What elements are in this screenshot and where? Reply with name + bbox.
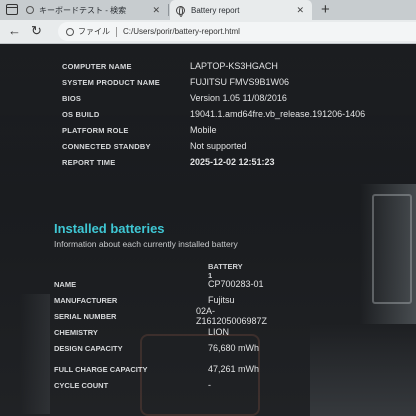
battery-value: LION [208, 327, 230, 337]
battery-label: SERIAL NUMBER [54, 311, 117, 321]
info-icon [66, 27, 74, 36]
close-icon[interactable]: ✕ [296, 5, 304, 16]
new-tab-button[interactable]: + [321, 1, 330, 19]
url-text: C:/Users/porir/battery-report.html [123, 27, 240, 36]
tab-divider [168, 4, 169, 16]
system-info-row: COMPUTER NAME LAPTOP-KS3HGACH [62, 58, 365, 74]
battery-row: NAME CP700283-01 [54, 276, 279, 292]
installed-batteries-heading: Installed batteries [54, 221, 165, 236]
tab-label: Battery report [191, 5, 240, 15]
battery-value: - [208, 380, 211, 390]
battery-label: CHEMISTRY [54, 327, 98, 337]
system-info-value: Version 1.05 11/08/2016 [190, 93, 287, 103]
screen-reflection [310, 324, 416, 416]
system-info-label: COMPUTER NAME [62, 61, 132, 71]
report-page: COMPUTER NAME LAPTOP-KS3HGACH SYSTEM PRO… [0, 44, 416, 416]
system-info-row: REPORT TIME 2025-12-02 12:51:23 [62, 154, 365, 170]
system-info-row: OS BUILD 19041.1.amd64fre.vb_release.191… [62, 106, 365, 122]
globe-icon [176, 5, 185, 17]
system-info-label: REPORT TIME [62, 157, 116, 167]
system-info-row: CONNECTED STANDBY Not supported [62, 138, 365, 154]
reload-button[interactable]: ↻ [31, 23, 42, 39]
battery-value: Fujitsu [208, 295, 235, 305]
system-info-value: Not supported [190, 141, 247, 151]
screen-reflection [20, 294, 50, 414]
tab-bar: キーボードテスト - 検索 ✕ Battery report ✕ + [0, 0, 416, 20]
battery-row: SERIAL NUMBER 02A-Z161205006987Z [54, 306, 279, 326]
tab-battery-report[interactable]: Battery report ✕ [170, 0, 312, 20]
close-icon[interactable]: ✕ [152, 5, 160, 16]
battery-row: CHEMISTRY LION [54, 324, 279, 340]
tab-actions-icon[interactable] [6, 4, 18, 15]
address-bar-row: ← ↻ ファイル C:/Users/porir/battery-report.h… [0, 20, 416, 43]
battery-label: FULL CHARGE CAPACITY [54, 364, 148, 374]
system-info-label: CONNECTED STANDBY [62, 141, 151, 151]
system-info-label: OS BUILD [62, 109, 100, 119]
address-input[interactable]: ファイル C:/Users/porir/battery-report.html [58, 22, 416, 41]
system-info-row: BIOS Version 1.05 11/08/2016 [62, 90, 365, 106]
battery-row: FULL CHARGE CAPACITY 47,261 mWh [54, 361, 279, 377]
report-time-value: 2025-12-02 12:51:23 [190, 157, 275, 167]
system-info-value: FUJITSU FMVS9B1W06 [190, 77, 290, 87]
tab-label: キーボードテスト - 検索 [39, 5, 127, 15]
screen-reflection [372, 194, 412, 304]
back-button[interactable]: ← [8, 23, 21, 39]
system-info-value: 19041.1.amd64fre.vb_release.191206-1406 [190, 109, 366, 119]
battery-label: CYCLE COUNT [54, 380, 109, 390]
search-icon [26, 6, 34, 14]
battery-label: NAME [54, 279, 77, 289]
system-info-value: Mobile [190, 125, 217, 135]
battery-row: CYCLE COUNT - [54, 377, 279, 393]
battery-label: DESIGN CAPACITY [54, 343, 123, 353]
url-separator [116, 26, 117, 37]
battery-rows: NAME CP700283-01 MANUFACTURER Fujitsu SE… [54, 276, 279, 393]
battery-value: 76,680 mWh [208, 343, 260, 353]
battery-row: DESIGN CAPACITY 76,680 mWh [54, 340, 279, 356]
battery-value: CP700283-01 [208, 279, 264, 289]
url-scheme-label: ファイル [78, 27, 110, 36]
system-info-label: BIOS [62, 93, 82, 103]
installed-batteries-subtitle: Information about each currently install… [54, 239, 238, 249]
system-info-row: SYSTEM PRODUCT NAME FUJITSU FMVS9B1W06 [62, 74, 365, 90]
system-info-label: SYSTEM PRODUCT NAME [62, 77, 160, 87]
battery-value: 47,261 mWh [208, 364, 260, 374]
battery-value: 02A-Z161205006987Z [196, 306, 268, 326]
battery-label: MANUFACTURER [54, 295, 118, 305]
system-info-row: PLATFORM ROLE Mobile [62, 122, 365, 138]
system-info-label: PLATFORM ROLE [62, 125, 129, 135]
system-info-table: COMPUTER NAME LAPTOP-KS3HGACH SYSTEM PRO… [62, 58, 365, 170]
tab-keyboard-test[interactable]: キーボードテスト - 検索 ✕ [22, 0, 168, 20]
system-info-value: LAPTOP-KS3HGACH [190, 61, 278, 71]
